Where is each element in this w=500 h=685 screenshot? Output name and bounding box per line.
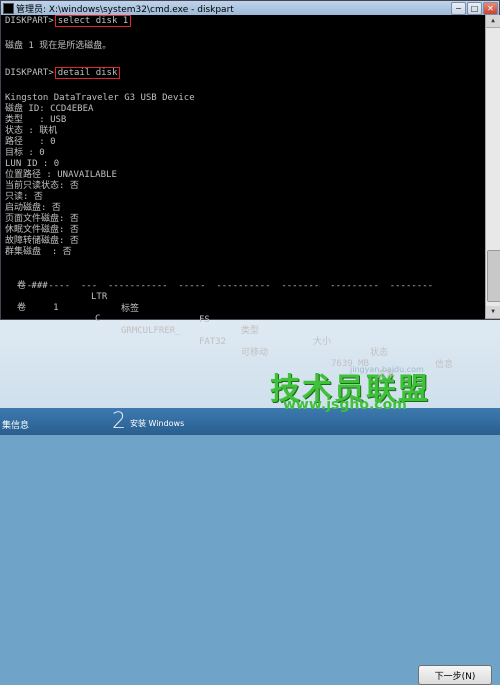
col-label: 标签 bbox=[121, 303, 140, 314]
console-line: DISKPART> detail disk bbox=[5, 67, 121, 79]
minimize-button[interactable]: − bbox=[451, 2, 466, 15]
table-row: 卷 1 C GRMCULFRER_ FAT32 可移动 7639 MB 正常 bbox=[5, 292, 395, 393]
cmd-icon bbox=[3, 3, 14, 14]
step-install-label: 安装 Windows bbox=[130, 419, 185, 428]
step-number: 2 bbox=[112, 409, 126, 434]
prompt: DISKPART> bbox=[5, 16, 54, 26]
cell-type: 可移动 bbox=[241, 348, 269, 359]
console-output[interactable]: DISKPART> select disk 1 磁盘 1 现在是所选磁盘。 DIS… bbox=[5, 15, 483, 380]
col-size: 大小 bbox=[313, 337, 332, 348]
console-line: 磁盘 ID: CCD4EBEA bbox=[5, 104, 94, 114]
maximize-button[interactable]: □ bbox=[467, 2, 482, 15]
watermark-url: www.jsgho.com bbox=[283, 397, 407, 413]
console-line: 路径 : 0 bbox=[5, 137, 56, 147]
cell-fs: FAT32 bbox=[199, 336, 227, 347]
console-line: 状态 : 联机 bbox=[5, 126, 58, 136]
cmd-window: 管理员: X:\windows\system32\cmd.exe - diskp… bbox=[0, 0, 500, 380]
console-line: 故障转储磁盘: 否 bbox=[5, 236, 79, 246]
cell-size: 7639 MB bbox=[331, 359, 369, 370]
cell-status: 正常 bbox=[377, 370, 396, 381]
console-line: LUN ID : 0 bbox=[5, 159, 60, 169]
command-select-disk: select disk 1 bbox=[54, 15, 132, 27]
next-button[interactable]: 下一步(N) bbox=[418, 665, 492, 685]
volume-table-separator: ---------- --- ----------- ----- -------… bbox=[5, 281, 434, 291]
col-type: 类型 bbox=[241, 326, 260, 337]
cell-volume: 卷 1 bbox=[17, 303, 59, 314]
title-bar[interactable]: 管理员: X:\windows\system32\cmd.exe - diskp… bbox=[1, 1, 499, 15]
setup-progress-bar: 集信息 2 安装 Windows bbox=[0, 408, 500, 435]
vertical-scrollbar[interactable]: ▲ ▼ bbox=[485, 15, 500, 319]
col-status: 状态 bbox=[370, 348, 389, 359]
console-line: Kingston DataTraveler G3 USB Device bbox=[5, 93, 195, 103]
col-ltr: LTR bbox=[91, 292, 108, 303]
cell-label: GRMCULFRER_ bbox=[121, 325, 181, 336]
scroll-down-icon[interactable]: ▼ bbox=[486, 306, 500, 319]
console-line: 休眠文件磁盘: 否 bbox=[5, 225, 79, 235]
console-line: 目标 : 0 bbox=[5, 148, 45, 158]
console-line: 类型 : USB bbox=[5, 115, 67, 125]
step-collect-info-label: 集信息 bbox=[2, 421, 30, 431]
console-line: 磁盘 1 现在是所选磁盘。 bbox=[5, 41, 112, 51]
console-line: 当前只读状态: 否 bbox=[5, 181, 79, 191]
cell-ltr: C bbox=[95, 314, 101, 325]
close-button[interactable]: ✕ bbox=[483, 2, 498, 15]
console-line: 位置路径 : UNAVAILABLE bbox=[5, 170, 117, 180]
col-fs: FS bbox=[199, 314, 210, 325]
command-detail-disk: detail disk bbox=[54, 67, 121, 79]
scrollbar-thumb[interactable] bbox=[487, 250, 500, 302]
scroll-up-icon[interactable]: ▲ bbox=[486, 15, 500, 28]
console-line: 群集磁盘 : 否 bbox=[5, 247, 72, 257]
console-line: DISKPART> select disk 1 bbox=[5, 15, 132, 27]
console-line: 只读: 否 bbox=[5, 192, 43, 202]
prompt: DISKPART> bbox=[5, 68, 54, 78]
col-info: 信息 bbox=[435, 359, 454, 370]
window-title: 管理员: X:\windows\system32\cmd.exe - diskp… bbox=[16, 5, 234, 15]
console-line: 页面文件磁盘: 否 bbox=[5, 214, 79, 224]
console-line: 启动磁盘: 否 bbox=[5, 203, 61, 213]
